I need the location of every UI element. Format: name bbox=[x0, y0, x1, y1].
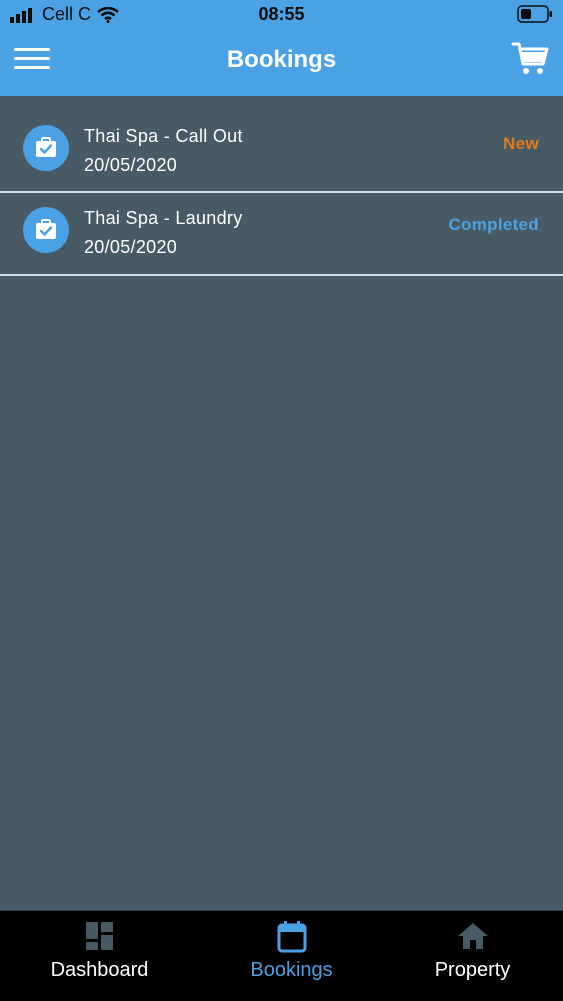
tab-label-bookings: Bookings bbox=[250, 959, 333, 981]
booking-title: Thai Spa - Call Out bbox=[84, 126, 243, 146]
booking-icon-circle bbox=[23, 125, 69, 171]
status-time: 08:55 bbox=[258, 4, 305, 24]
dashboard-icon bbox=[6, 921, 193, 951]
booking-title: Thai Spa - Laundry bbox=[84, 208, 243, 228]
booking-date: 20/05/2020 bbox=[84, 155, 178, 175]
booking-date: 20/05/2020 bbox=[84, 237, 178, 257]
page-title: Bookings bbox=[226, 46, 337, 73]
status-bar: Cell C 08:55 bbox=[0, 0, 563, 28]
briefcase-check-icon bbox=[36, 137, 56, 157]
battery-icon bbox=[517, 5, 553, 28]
bookings-list: Thai Spa - Call Out 20/05/2020 New Thai … bbox=[0, 96, 563, 276]
tab-label-property: Property bbox=[434, 959, 511, 981]
tab-bar: Dashboard Bookings Property bbox=[0, 910, 563, 1001]
booking-status: Completed bbox=[448, 215, 539, 234]
booking-row[interactable]: Thai Spa - Call Out 20/05/2020 New bbox=[0, 96, 563, 193]
calendar-icon bbox=[198, 921, 385, 953]
app-header: Bookings bbox=[0, 28, 563, 96]
tab-bookings[interactable]: Bookings bbox=[198, 911, 385, 1001]
booking-status: New bbox=[503, 134, 539, 153]
home-icon bbox=[379, 921, 563, 951]
cart-icon bbox=[511, 42, 549, 74]
tab-property[interactable]: Property bbox=[379, 911, 563, 1001]
tab-dashboard[interactable]: Dashboard bbox=[6, 911, 193, 1001]
booking-row[interactable]: Thai Spa - Laundry 20/05/2020 Completed bbox=[0, 193, 563, 276]
booking-icon-circle bbox=[23, 207, 69, 253]
cart-button[interactable] bbox=[511, 40, 549, 78]
tab-label-dashboard: Dashboard bbox=[50, 959, 149, 981]
briefcase-check-icon bbox=[36, 219, 56, 239]
